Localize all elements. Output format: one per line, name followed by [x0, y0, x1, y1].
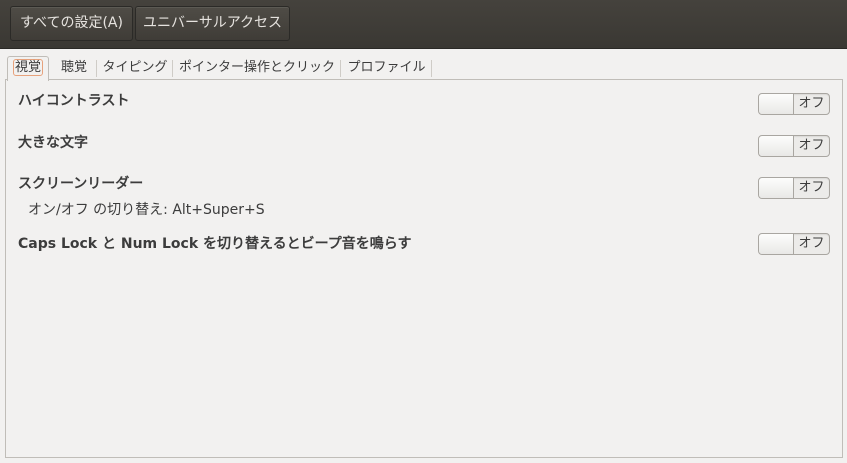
- setting-row-large-text: 大きな文字: [18, 132, 830, 152]
- switch-knob: [759, 136, 794, 156]
- switch-knob: [759, 234, 794, 254]
- switch-label: オフ: [798, 236, 825, 251]
- tab-label: 聴覚: [60, 60, 87, 75]
- tab-pointing-clicking[interactable]: ポインター操作とクリック: [173, 56, 341, 80]
- setting-title: ハイコントラスト: [18, 93, 130, 109]
- setting-subtitle: オン/オフ の切り替え: Alt+Super+S: [28, 202, 265, 218]
- setting-row-high-contrast: ハイコントラスト: [18, 90, 830, 110]
- high-contrast-switch[interactable]: オフ: [758, 93, 830, 115]
- screen-reader-switch[interactable]: オフ: [758, 177, 830, 199]
- switch-knob: [759, 94, 794, 114]
- tab-label: プロファイル: [347, 60, 426, 75]
- tab-profile[interactable]: プロファイル: [341, 56, 432, 80]
- all-settings-button[interactable]: すべての設定(A): [10, 6, 133, 41]
- setting-title: スクリーンリーダー: [18, 176, 144, 192]
- setting-row-screen-reader: スクリーンリーダー オン/オフ の切り替え: Alt+Super+S: [18, 173, 830, 219]
- switch-label: オフ: [798, 96, 825, 111]
- switch-label: オフ: [798, 180, 825, 195]
- tab-label: 視覚: [12, 59, 43, 76]
- setting-row-toggle-keys: Caps Lock と Num Lock を切り替えるとビープ音を鳴らす: [18, 233, 830, 253]
- toggle-keys-switch[interactable]: オフ: [758, 233, 830, 255]
- setting-title: Caps Lock と Num Lock を切り替えるとビープ音を鳴らす: [18, 236, 412, 252]
- header-bar: すべての設定(A) ユニバーサルアクセス: [0, 0, 847, 49]
- universal-access-button[interactable]: ユニバーサルアクセス: [135, 6, 290, 41]
- switch-label: オフ: [798, 138, 825, 153]
- large-text-switch[interactable]: オフ: [758, 135, 830, 157]
- tab-label: ポインター操作とクリック: [178, 60, 335, 75]
- setting-title: 大きな文字: [18, 135, 88, 151]
- tab-typing[interactable]: タイピング: [97, 56, 173, 80]
- tab-label: タイピング: [102, 60, 168, 75]
- tab-seeing[interactable]: 視覚: [7, 56, 49, 81]
- settings-panel: ハイコントラスト オフ 大きな文字 オフ スクリーンリーダー オン/オフ の切り…: [5, 79, 843, 458]
- switch-knob: [759, 178, 794, 198]
- tab-hearing[interactable]: 聴覚: [51, 56, 97, 80]
